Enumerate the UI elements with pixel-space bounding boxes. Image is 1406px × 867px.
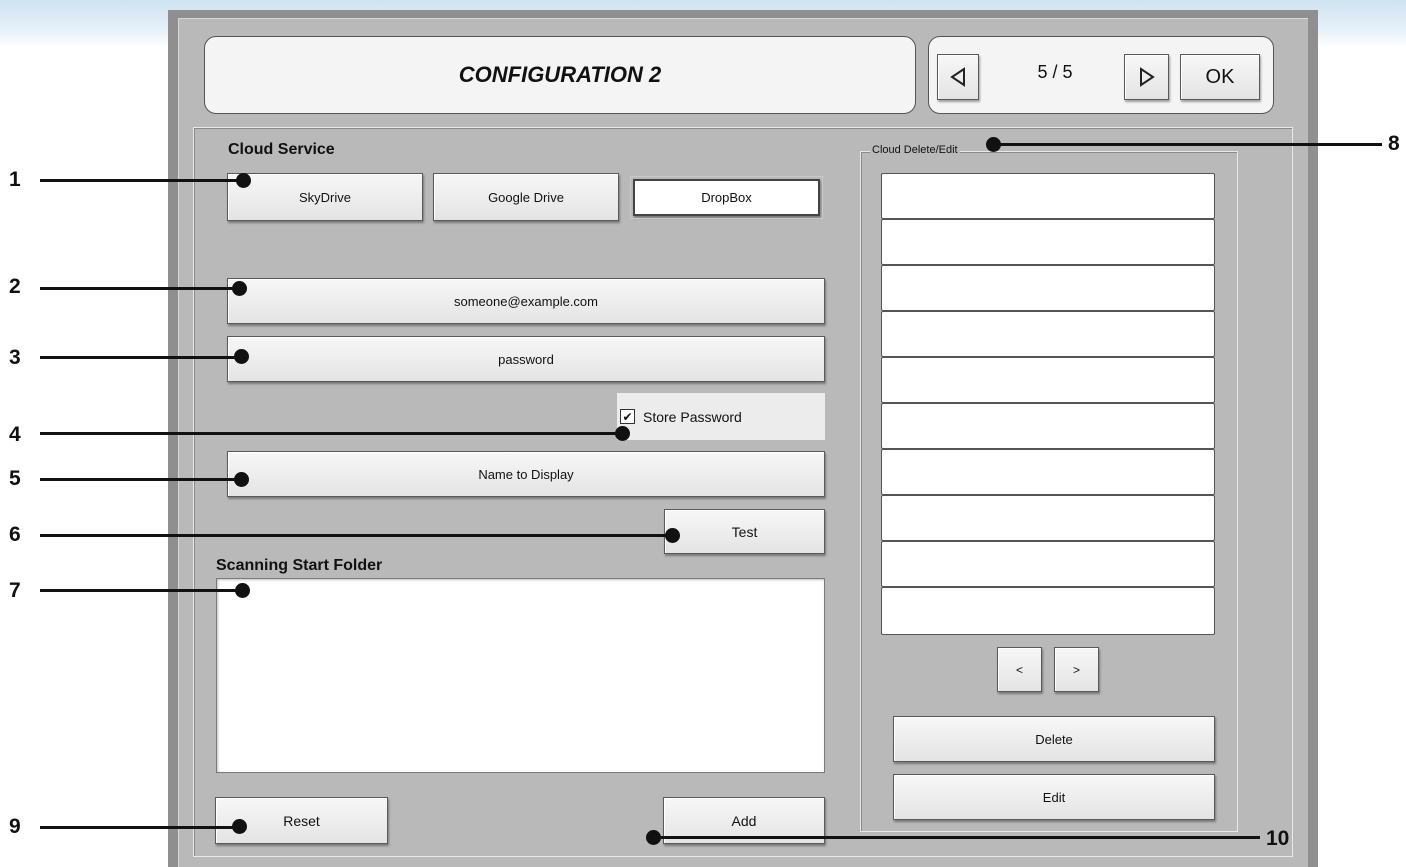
- scanning-start-folder-textarea[interactable]: [216, 578, 825, 773]
- edit-button[interactable]: Edit: [893, 774, 1215, 820]
- callout-9-number: 9: [9, 815, 21, 838]
- cloud-list-row[interactable]: [881, 495, 1215, 541]
- next-page-button[interactable]: [1124, 54, 1169, 100]
- cloud-list-row[interactable]: [881, 449, 1215, 495]
- scanning-start-folder-label: Scanning Start Folder: [216, 557, 383, 574]
- name-to-display-field[interactable]: Name to Display: [227, 451, 825, 497]
- cloud-delete-edit-legend: Cloud Delete/Edit: [870, 144, 960, 156]
- callout-3-number: 3: [9, 346, 21, 369]
- cloud-list-row[interactable]: [881, 311, 1215, 357]
- dropbox-button[interactable]: DropBox: [630, 176, 823, 219]
- cloud-list-row[interactable]: [881, 357, 1215, 403]
- cloud-list-row[interactable]: [881, 403, 1215, 449]
- cloud-list-row[interactable]: [881, 173, 1215, 219]
- callout-4-dot: [615, 426, 630, 441]
- callout-7-line: [40, 589, 243, 592]
- list-prev-button[interactable]: <: [997, 647, 1042, 692]
- callout-9-line: [40, 826, 242, 829]
- callout-6-line: [40, 534, 673, 537]
- list-next-button[interactable]: >: [1054, 647, 1099, 692]
- skydrive-button[interactable]: SkyDrive: [227, 173, 423, 221]
- ok-button[interactable]: OK: [1180, 54, 1260, 100]
- cloud-list-row[interactable]: [881, 541, 1215, 587]
- callout-6-number: 6: [9, 523, 21, 546]
- callout-8-number: 8: [1388, 132, 1400, 155]
- google-drive-button[interactable]: Google Drive: [433, 173, 619, 221]
- prev-page-button[interactable]: [937, 54, 979, 100]
- callout-9-dot: [232, 819, 247, 834]
- callout-8-dot: [986, 137, 1001, 152]
- callout-7-dot: [235, 583, 250, 598]
- store-password-row[interactable]: ✔ Store Password: [617, 393, 825, 440]
- callout-2-dot: [232, 281, 247, 296]
- callout-8-line: [992, 143, 1382, 146]
- callout-2-line: [40, 287, 243, 290]
- callout-4-number: 4: [9, 423, 21, 446]
- callout-10-number: 10: [1266, 827, 1290, 850]
- page-title: CONFIGURATION 2: [204, 36, 916, 114]
- cloud-service-label: Cloud Service: [228, 141, 335, 158]
- store-password-checkbox[interactable]: ✔: [620, 409, 635, 424]
- callout-3-dot: [234, 349, 249, 364]
- callout-4-line: [40, 432, 625, 435]
- test-button[interactable]: Test: [664, 509, 825, 554]
- store-password-label: Store Password: [643, 408, 742, 425]
- callout-1-line: [40, 179, 243, 182]
- callout-7-number: 7: [9, 579, 21, 602]
- delete-button[interactable]: Delete: [893, 716, 1215, 762]
- callout-1-dot: [236, 173, 251, 188]
- callout-10-dot: [646, 830, 661, 845]
- callout-3-line: [40, 356, 243, 359]
- callout-5-line: [40, 478, 243, 481]
- password-field[interactable]: password: [227, 336, 825, 382]
- cloud-list-row[interactable]: [881, 587, 1215, 635]
- page-indicator: 5 / 5: [1037, 62, 1073, 82]
- triangle-left-icon: [950, 67, 965, 87]
- triangle-right-icon: [1139, 67, 1155, 87]
- email-field[interactable]: someone@example.com: [227, 278, 825, 324]
- cloud-list-row[interactable]: [881, 219, 1215, 265]
- callout-2-number: 2: [9, 275, 21, 298]
- callout-6-dot: [665, 528, 680, 543]
- callout-5-number: 5: [9, 467, 21, 490]
- cloud-list-row[interactable]: [881, 265, 1215, 311]
- callout-5-dot: [234, 472, 249, 487]
- callout-10-line: [655, 836, 1260, 839]
- callout-1-number: 1: [9, 168, 21, 191]
